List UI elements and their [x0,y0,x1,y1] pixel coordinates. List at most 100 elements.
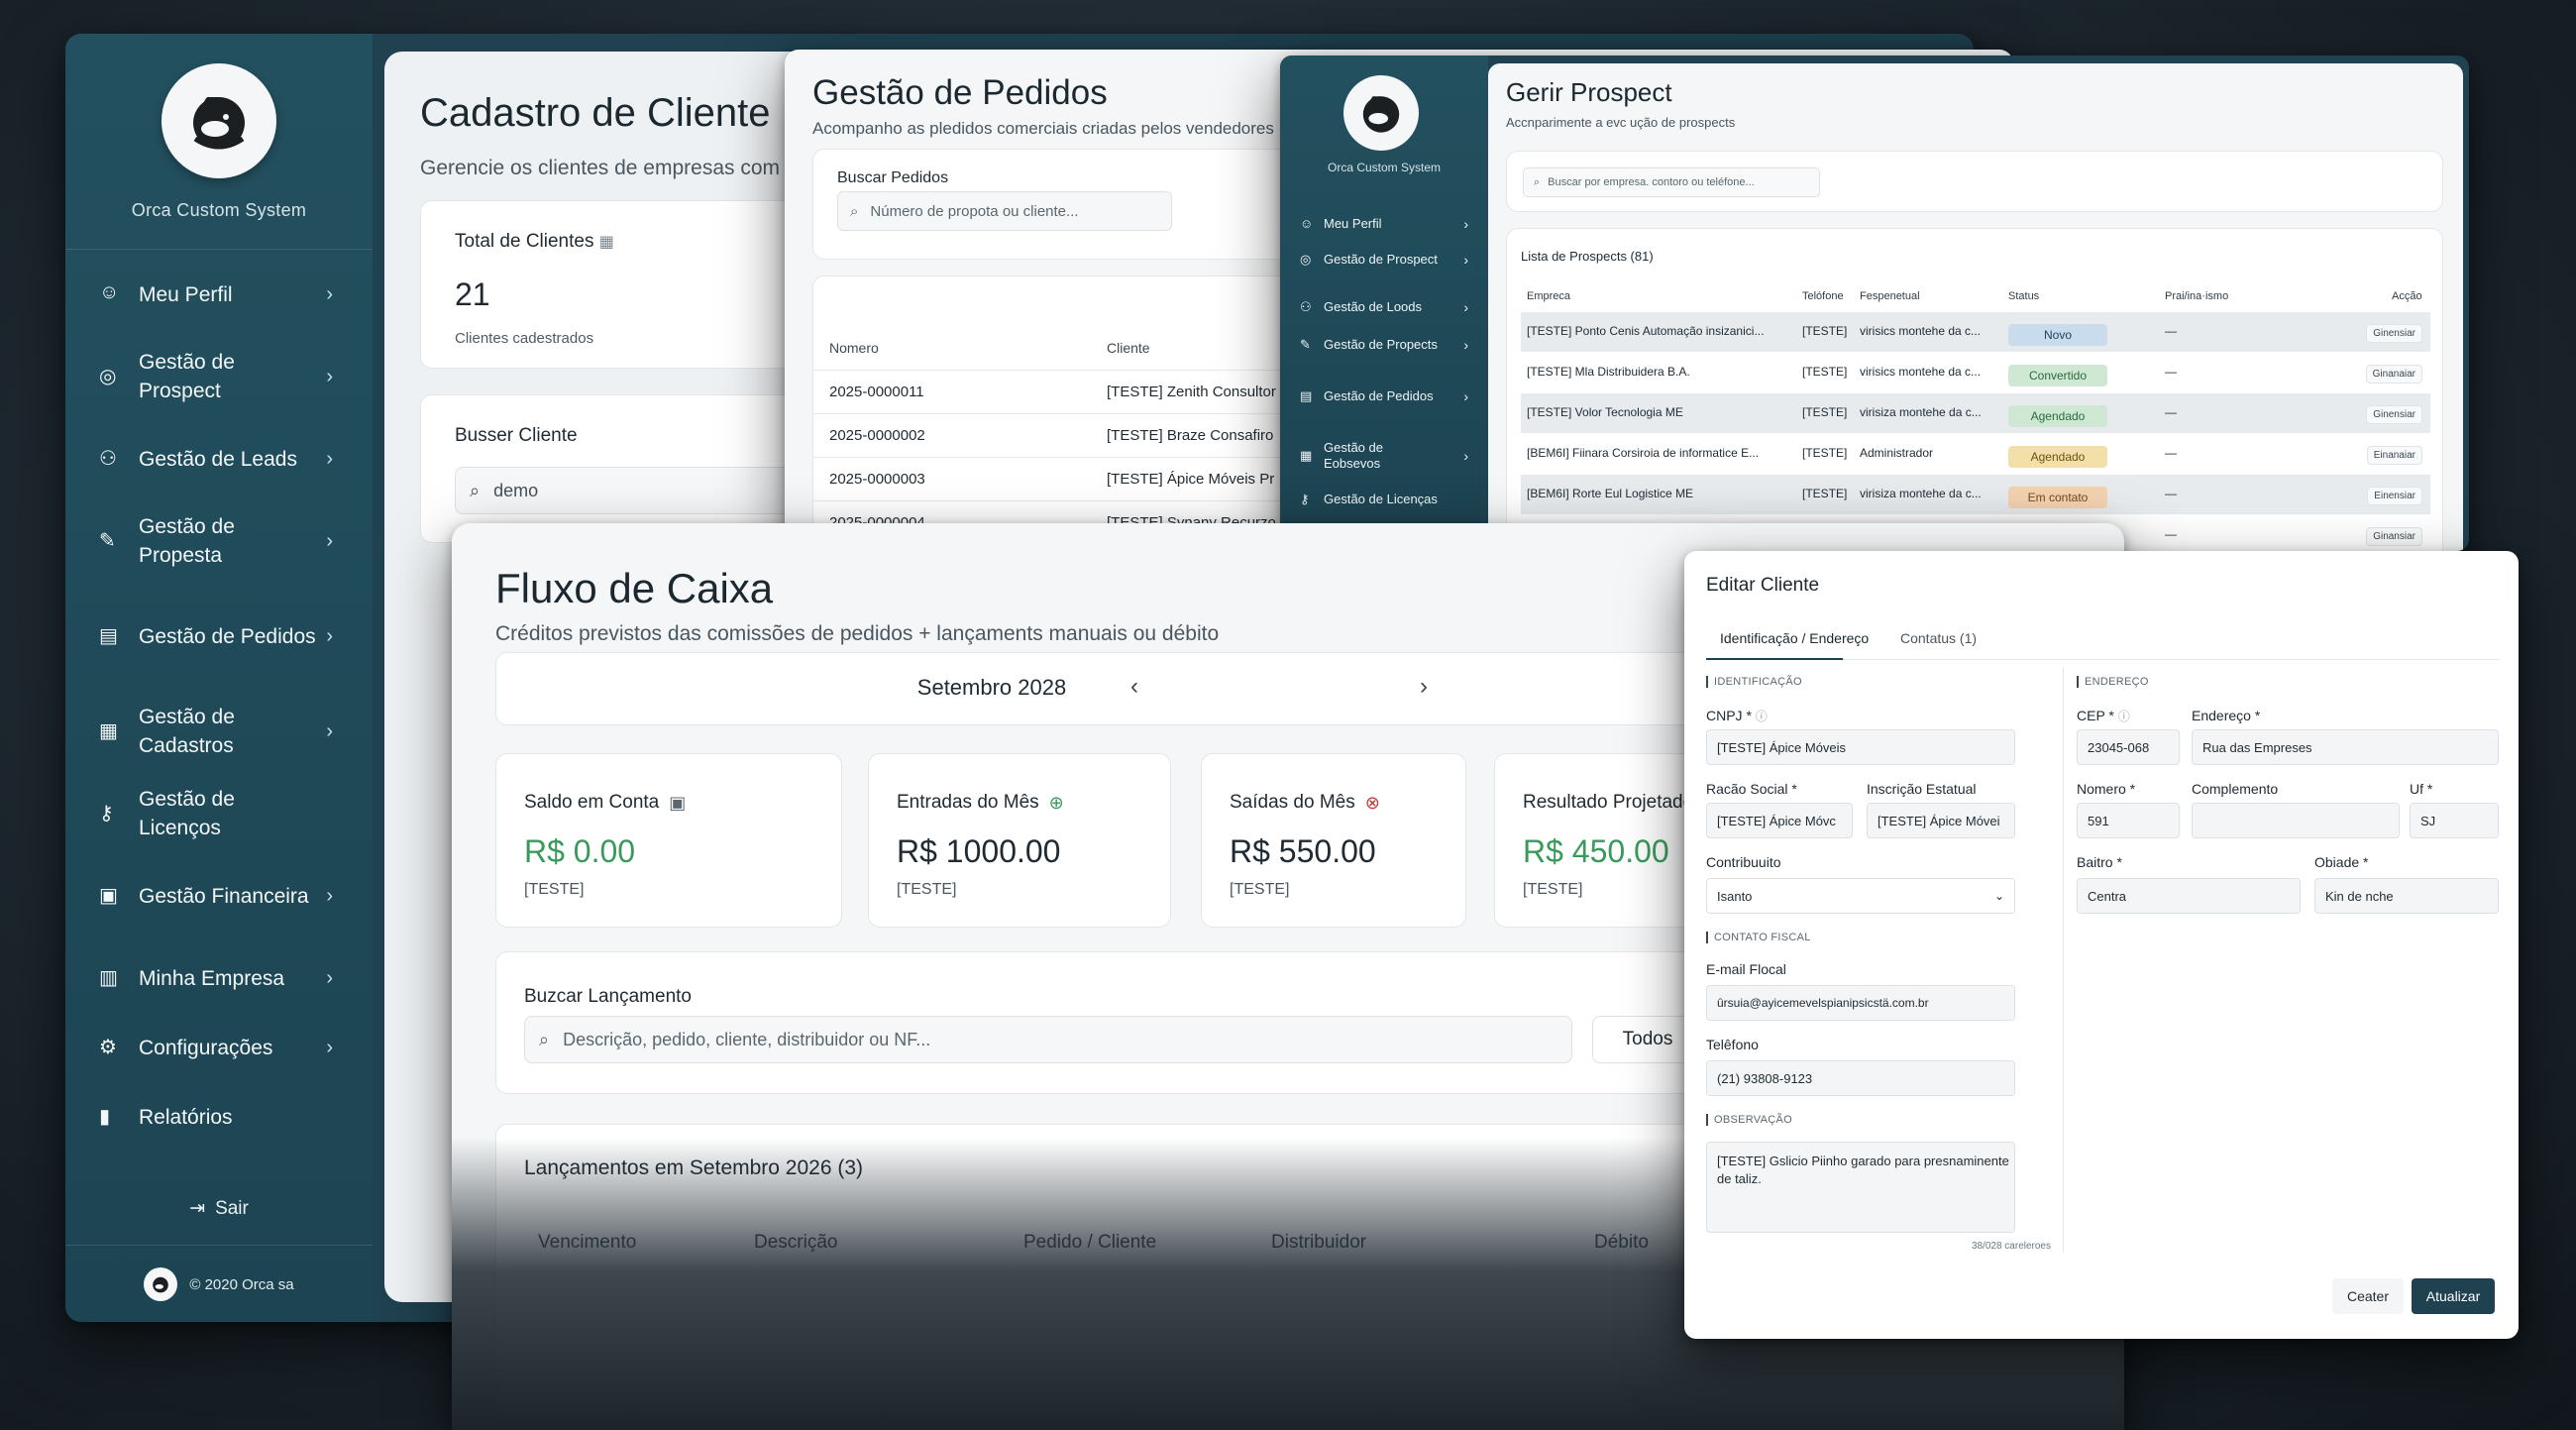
table-row[interactable]: [TESTE] Mla Distribuidera B.A. [TESTE] vir… [1521,353,2430,392]
email-field[interactable]: ûrsuia@ayicemevelspianipsicstä.com.br [1706,985,2015,1021]
prospect-search-input[interactable]: ⌕ Buscar por empresa. contoro ou teléfon… [1523,167,1820,197]
sidebar: Orca Custom System ☺ Meu Perfil › ◎ Gestão d… [65,34,373,1322]
logout-button[interactable]: ⇥ Sair [65,1197,373,1220]
lancamento-search-label: Buzcar Lançamento [524,986,692,1007]
bairro-field[interactable]: Centra [2077,878,2301,914]
update-button[interactable]: Atualizar [2412,1278,2495,1314]
total-value: 21 [455,276,490,312]
gerenciar-button[interactable]: Einensiar [2367,487,2422,505]
prospect-sidebar: Orca Custom System ☺ Meu Perfil › ◎ Gestão d… [1280,55,1488,551]
cep-field[interactable]: 23045-068 [2077,729,2180,765]
pedidos-subtitle: Acompanho as pledidos comerciais criadas… [812,119,1274,138]
section-endereco: ENDEREÇO [2077,676,2149,688]
endereco-field[interactable]: Rua das Empreses [2192,729,2499,765]
chevron-down-icon: ⌄ [1993,889,2004,903]
lancamento-search-input[interactable]: ⌕ Descrição, pedido, cliente, distribuid… [524,1016,1572,1063]
prospect-nav-item-1[interactable]: ☺ Meu Perfil › [1300,216,1468,232]
razao-field[interactable]: [TESTE] Ápice Móvc [1706,803,1853,838]
prospect-nav-item-7[interactable]: ⚷ Gestão de Licenças [1300,492,1468,507]
sidebar-item-7[interactable]: ⚷ Gestão de Licenços [65,779,373,848]
table-row[interactable]: [TESTE] Volor Tecnologia ME [TESTE] virisi… [1521,393,2430,433]
orca-logo [1343,75,1419,151]
user-icon: ☺ [1300,216,1314,231]
numero-field[interactable]: 591 [2077,803,2180,838]
prospect-responsavel: virisics montehe da c... [1860,324,1982,338]
status-badge: Em contato [2008,487,2107,508]
fluxo-title: Fluxo de Caixa [495,565,774,611]
table-row[interactable]: [BEM6I] Fiinara Corsiroia de informatice… [1521,434,2430,474]
prospect-nav-label: Meu Perfil [1324,216,1382,231]
prospect-nav-item-2[interactable]: ◎ Gestão de Prospect › [1300,252,1468,268]
cep-label: CEP * ⓘ [2077,708,2130,723]
modal-tabs: Identificação / Endereço Contatus (1) [1706,620,2499,660]
chevron-right-icon: › [326,884,333,907]
cancel-button[interactable]: Ceater [2332,1278,2404,1314]
sidebar-item-2[interactable]: ◎ Gestão de Prospect › [65,329,373,424]
gerenciar-button[interactable]: Ginanaiar [2365,365,2422,384]
prospect-empresa: [TESTE] Volor Tecnologia ME [1527,405,1683,419]
chevron-right-icon[interactable]: › [1420,673,1428,701]
prospect-nav-item-3[interactable]: ⚇ Gestão de Loods › [1300,299,1468,315]
pedido-numero: 2025-0000011 [829,384,924,400]
chevron-right-icon: › [1463,337,1468,353]
ie-field[interactable]: [TESTE] Ápice Móvei [1867,803,2015,838]
cnpj-field[interactable]: [TESTE] Ápice Móveis [1706,729,2015,765]
prospect-responsavel: Administrador [1860,446,1934,460]
cnpj-label: CNPJ * ⓘ [1706,708,1768,723]
sidebar-item-1[interactable]: ☺ Meu Perfil › [65,260,373,329]
prospect-proximo: — [2165,405,2177,419]
info-icon: ⓘ [1755,710,1768,723]
total-label: Total de Clientes [455,231,594,252]
gerenciar-button[interactable]: Ginensiar [2366,405,2422,424]
uf-field[interactable]: SJ [2410,803,2499,838]
kpi-sub: [TESTE] [524,881,585,898]
kpi-label: Saldo em Conta [524,792,660,813]
sidebar-item-9[interactable]: ▥ Minha Empresa › [65,943,373,1013]
pedido-cliente: [TESTE] Ápice Móveis Pr [1107,471,1275,488]
complemento-field[interactable] [2192,803,2400,838]
telefone-field[interactable]: (21) 93808-9123 [1706,1060,2015,1096]
sidebar-item-10[interactable]: ⚙ Configurações › [65,1013,373,1082]
prospect-telefone: [TESTE] [1802,446,1848,460]
sidebar-item-3[interactable]: ⚇ Gestão de Leads › [65,424,373,494]
table-row[interactable]: [BEM6I] Rorte Eul Logistice ME [TESTE] vir… [1521,475,2430,514]
sidebar-item-4[interactable]: ✎ Gestão de Propesta › [65,494,373,589]
column-divider [2063,668,2064,1253]
bar-chart-icon: ▮ [99,1106,111,1128]
sidebar-item-6[interactable]: ▦ Gestão de Cadastros › [65,684,373,779]
sidebar-item-label: Gestão Financeira [139,884,309,908]
tab-contatos[interactable]: Contatus (1) [1900,630,1977,646]
tab-identificacao[interactable]: Identificação / Endereço [1720,630,1869,646]
prospect-nav-item-5[interactable]: ▤ Gestão de Pedidos › [1300,388,1468,404]
prospect-nav-item-4[interactable]: ✎ Gestão de Propects › [1300,337,1468,353]
razao-label: Racão Social * [1706,781,1797,797]
file-edit-icon: ✎ [99,530,116,552]
prospect-nav-item-6[interactable]: ▦ Gestão de Eobsevos › [1300,440,1468,472]
sidebar-item-11[interactable]: ▮ Relatórios [65,1082,373,1152]
pedido-numero: 2025-0000002 [829,427,925,444]
sidebar-item-5[interactable]: ▤ Gestão de Pedidos › [65,589,373,684]
cliente-search-input[interactable]: ⌕ demo [455,467,792,514]
contribuinte-select[interactable]: Isanto ⌄ [1706,878,2015,914]
gerenciar-button[interactable]: Ginansiar [2366,527,2422,546]
orca-icon [193,97,245,150]
chevron-right-icon: › [326,966,333,989]
char-counter: 38/028 careleroes [1971,1241,2051,1252]
pedidos-search-input[interactable]: ⌕ Número de propota ou cliente... [837,191,1172,231]
key-icon: ⚷ [99,803,114,825]
cidade-field[interactable]: Kin de nche [2314,878,2499,914]
gerenciar-button[interactable]: Einanaiar [2366,446,2422,465]
col-status[interactable]: Status [2008,290,2039,302]
col-vencimento: Vencimento [538,1232,637,1253]
chevron-right-icon: › [1463,299,1468,315]
gerenciar-button[interactable]: Ginensiar [2366,324,2422,343]
sidebar-item-8[interactable]: ▣ Gestão Financeira › [65,848,373,943]
section-contato-fiscal: CONTATO FISCAL [1706,932,1811,943]
table-row[interactable]: [TESTE] Ponto Cenis Automação insizanici… [1521,312,2430,352]
chevron-right-icon: › [326,529,333,552]
col-responsavel[interactable]: Fespenetual [1860,290,1920,302]
observacao-textarea[interactable]: [TESTE] Gslicio Piinho garado para presn… [1706,1142,2015,1233]
col-descricao: Descrição [754,1232,838,1253]
prospect-responsavel: virisics montehe da c... [1860,365,1982,379]
prospect-empresa: [TESTE] Ponto Cenis Automação insizanici… [1527,324,1765,338]
